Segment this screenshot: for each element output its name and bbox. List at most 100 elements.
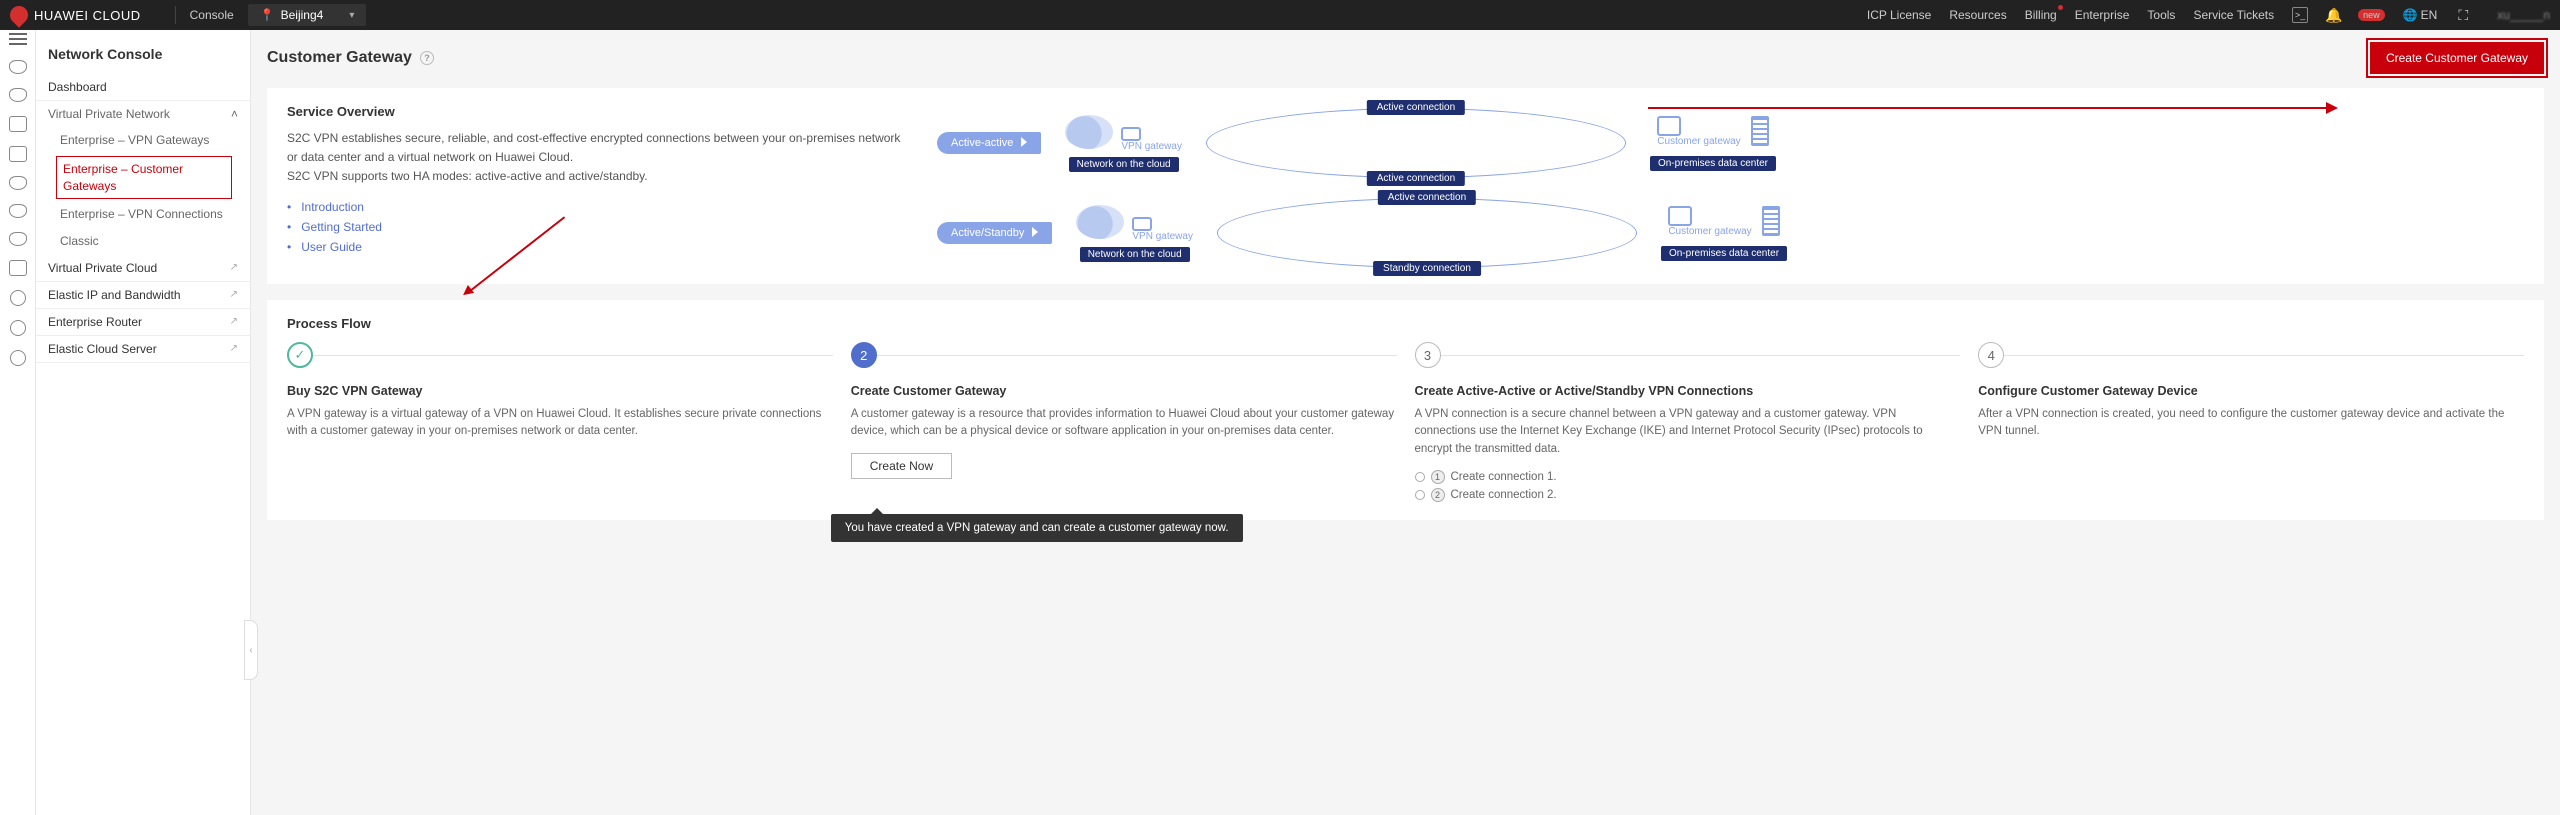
- process-step-1: ✓ Buy S2C VPN Gateway A VPN gateway is a…: [287, 355, 833, 504]
- process-step-2: 2 Create Customer Gateway A customer gat…: [851, 355, 1397, 504]
- sidebar-item-eip[interactable]: Elastic IP and Bandwidth↗: [36, 282, 250, 309]
- connection-label: Active connection: [1367, 100, 1465, 115]
- sidebar-title: Network Console: [36, 40, 250, 74]
- bars-icon[interactable]: [9, 116, 27, 132]
- sidebar: Network Console Dashboard Virtual Privat…: [36, 30, 251, 815]
- huawei-logo-icon: [6, 2, 31, 27]
- sidebar-item-dashboard[interactable]: Dashboard: [36, 74, 250, 101]
- cloud-icon[interactable]: [9, 232, 27, 246]
- cloud-icon[interactable]: [9, 204, 27, 218]
- external-link-icon: ↗: [230, 289, 238, 300]
- hamburger-icon[interactable]: [9, 38, 27, 40]
- connection-ellipse-icon: [1206, 108, 1626, 178]
- link-getting-started[interactable]: Getting Started: [301, 220, 382, 234]
- pin-icon: 📍: [260, 8, 275, 22]
- create-customer-gateway-button[interactable]: Create Customer Gateway: [2370, 42, 2544, 74]
- notification-dot-icon: [2058, 5, 2063, 10]
- bell-icon[interactable]: 🔔: [2326, 7, 2342, 23]
- globe-icon[interactable]: [10, 350, 26, 366]
- mode-active-active-chip: Active-active: [937, 132, 1041, 154]
- top-bar: HUAWEI CLOUD Console 📍 Beijing4 ▾ ICP Li…: [0, 0, 2560, 30]
- help-icon[interactable]: ?: [420, 51, 434, 65]
- sidebar-item-vpc[interactable]: Virtual Private Cloud↗: [36, 255, 250, 282]
- external-link-icon: ↗: [230, 316, 238, 327]
- process-flow-card: Process Flow ✓ Buy S2C VPN Gateway A VPN…: [267, 300, 2544, 520]
- sidebar-item-customer-gateways[interactable]: Enterprise – Customer Gateways: [56, 156, 232, 200]
- cloud-label: Network on the cloud: [1069, 157, 1179, 172]
- step-number-icon: 3: [1415, 342, 1441, 368]
- user-menu[interactable]: xu_____n: [2497, 8, 2550, 22]
- maximize-icon[interactable]: ⛶: [2455, 7, 2471, 23]
- mode-active-standby-chip: Active/Standby: [937, 222, 1052, 244]
- bullet-icon: •: [287, 200, 291, 214]
- page-title: Customer Gateway ?: [267, 49, 434, 67]
- cloud-icon: [1076, 205, 1124, 239]
- external-link-icon: ↗: [230, 343, 238, 354]
- language-selector[interactable]: 🌐EN: [2403, 8, 2438, 22]
- customer-gateway-icon: [1657, 116, 1681, 136]
- step-number-icon: 4: [1978, 342, 2004, 368]
- radio-icon: [1415, 490, 1425, 500]
- sidebar-item-er[interactable]: Enterprise Router↗: [36, 309, 250, 336]
- process-step-3: 3 Create Active-Active or Active/Standby…: [1415, 355, 1961, 504]
- link-user-guide[interactable]: User Guide: [301, 240, 362, 254]
- sidebar-item-ecs[interactable]: Elastic Cloud Server↗: [36, 336, 250, 363]
- sidebar-item-vpn-connections[interactable]: Enterprise – VPN Connections: [36, 201, 250, 228]
- step-title: Buy S2C VPN Gateway: [287, 384, 833, 398]
- radio-icon: [1415, 472, 1425, 482]
- anchor-icon[interactable]: [9, 260, 27, 276]
- create-now-button[interactable]: Create Now: [851, 453, 952, 479]
- customer-gateway-icon: [1668, 206, 1692, 226]
- step-title: Create Customer Gateway: [851, 384, 1397, 398]
- step-desc: After a VPN connection is created, you n…: [1978, 406, 2524, 441]
- step-check-icon: ✓: [287, 342, 313, 368]
- logo[interactable]: HUAWEI CLOUD: [10, 6, 141, 24]
- clock-icon[interactable]: [10, 290, 26, 306]
- nav-enterprise[interactable]: Enterprise: [2075, 8, 2130, 22]
- bullet-icon: •: [287, 240, 291, 254]
- sidebar-item-vpn-gateways[interactable]: Enterprise – VPN Gateways: [36, 127, 250, 154]
- substep-label: Create connection 2.: [1451, 489, 1557, 501]
- new-badge: new: [2358, 9, 2385, 21]
- connection-label: Active connection: [1367, 171, 1465, 186]
- cloud-icon[interactable]: [9, 176, 27, 190]
- cloud-icon[interactable]: [9, 60, 27, 74]
- step-title: Configure Customer Gateway Device: [1978, 384, 2524, 398]
- step-desc: A customer gateway is a resource that pr…: [851, 406, 1397, 441]
- nav-icp[interactable]: ICP License: [1867, 8, 1931, 22]
- people-icon[interactable]: [10, 320, 26, 336]
- terminal-icon[interactable]: >_: [2292, 7, 2308, 23]
- step-number-icon: 2: [851, 342, 877, 368]
- chevron-down-icon: ▾: [349, 10, 354, 21]
- nav-tickets[interactable]: Service Tickets: [2193, 8, 2274, 22]
- divider: [175, 6, 176, 24]
- bullet-icon: •: [287, 220, 291, 234]
- nav-billing[interactable]: Billing: [2025, 8, 2057, 22]
- onprem-label: On-premises data center: [1661, 246, 1787, 261]
- region-label: Beijing4: [281, 8, 324, 22]
- nav-resources[interactable]: Resources: [1949, 8, 2006, 22]
- cloud-icon[interactable]: [9, 88, 27, 102]
- console-link[interactable]: Console: [190, 8, 234, 22]
- step-title: Create Active-Active or Active/Standby V…: [1415, 384, 1961, 398]
- vpn-gateway-icon: [1121, 127, 1141, 141]
- substep-label: Create connection 1.: [1451, 471, 1557, 483]
- cloud-icon: [1065, 115, 1113, 149]
- overview-heading: Service Overview: [287, 104, 907, 119]
- overview-text: S2C VPN supports two HA modes: active-ac…: [287, 167, 907, 186]
- brand-label: HUAWEI CLOUD: [34, 8, 141, 23]
- tooltip: You have created a VPN gateway and can c…: [831, 514, 1243, 542]
- process-heading: Process Flow: [287, 316, 2524, 331]
- service-overview-card: Service Overview S2C VPN establishes sec…: [267, 88, 2544, 284]
- link-introduction[interactable]: Introduction: [301, 200, 364, 214]
- region-selector[interactable]: 📍 Beijing4 ▾: [248, 4, 367, 26]
- icon-rail: [0, 30, 36, 815]
- sidebar-item-vpn[interactable]: Virtual Private Network˄: [36, 101, 250, 127]
- connection-ellipse-icon: [1217, 198, 1637, 268]
- connection-label: Active connection: [1378, 190, 1476, 205]
- sidebar-item-classic[interactable]: Classic: [36, 228, 250, 255]
- device-icon[interactable]: [9, 146, 27, 162]
- nav-tools[interactable]: Tools: [2147, 8, 2175, 22]
- overview-text: S2C VPN establishes secure, reliable, an…: [287, 129, 907, 167]
- globe-icon: 🌐: [2403, 8, 2418, 22]
